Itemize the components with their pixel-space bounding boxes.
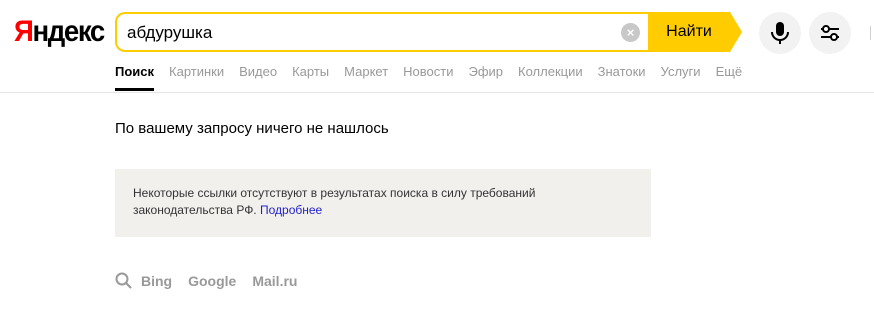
microphone-icon — [771, 22, 789, 44]
search-icon — [115, 272, 132, 289]
logo-rest: ндекс — [32, 15, 105, 48]
search-settings-button[interactable] — [809, 12, 851, 54]
tab-services[interactable]: Услуги — [661, 63, 701, 91]
search-box: × — [115, 12, 648, 52]
search-input[interactable] — [127, 22, 607, 44]
search-button[interactable]: Найти — [648, 12, 730, 52]
tab-video[interactable]: Видео — [239, 63, 277, 91]
logo-first-letter: Я — [14, 15, 34, 48]
tab-maps[interactable]: Карты — [292, 63, 329, 91]
tab-search[interactable]: Поиск — [115, 63, 155, 91]
engine-link-bing[interactable]: Bing — [141, 273, 172, 289]
tab-efir[interactable]: Эфир — [469, 63, 504, 91]
tab-news[interactable]: Новости — [403, 63, 453, 91]
engine-link-mailru[interactable]: Mail.ru — [252, 273, 297, 289]
search-tabs: Поиск Картинки Видео Карты Маркет Новост… — [115, 63, 757, 91]
legal-notice: Некоторые ссылки отсутствуют в результат… — [115, 169, 651, 237]
filter-settings-icon — [821, 25, 839, 41]
tab-market[interactable]: Маркет — [344, 63, 388, 91]
voice-search-button[interactable] — [759, 12, 801, 54]
tab-collections[interactable]: Коллекции — [518, 63, 583, 91]
tab-znatoki[interactable]: Знатоки — [598, 63, 646, 91]
tab-images[interactable]: Картинки — [169, 63, 224, 91]
engine-link-google[interactable]: Google — [188, 273, 236, 289]
other-search-engines: Bing Google Mail.ru — [115, 271, 313, 291]
legal-notice-text: Некоторые ссылки отсутствуют в результат… — [133, 186, 536, 217]
search-button-arrow — [730, 12, 742, 52]
yandex-logo[interactable]: Яндекс — [14, 14, 105, 50]
search-form: × Найти — [115, 12, 743, 52]
header-separator — [870, 26, 871, 40]
no-results-message: По вашему запросу ничего не нашлось — [115, 120, 389, 137]
tab-more[interactable]: Ещё — [716, 63, 743, 91]
legal-notice-more-link[interactable]: Подробнее — [260, 203, 322, 217]
clear-icon[interactable]: × — [621, 23, 640, 42]
tabs-divider — [0, 92, 874, 93]
